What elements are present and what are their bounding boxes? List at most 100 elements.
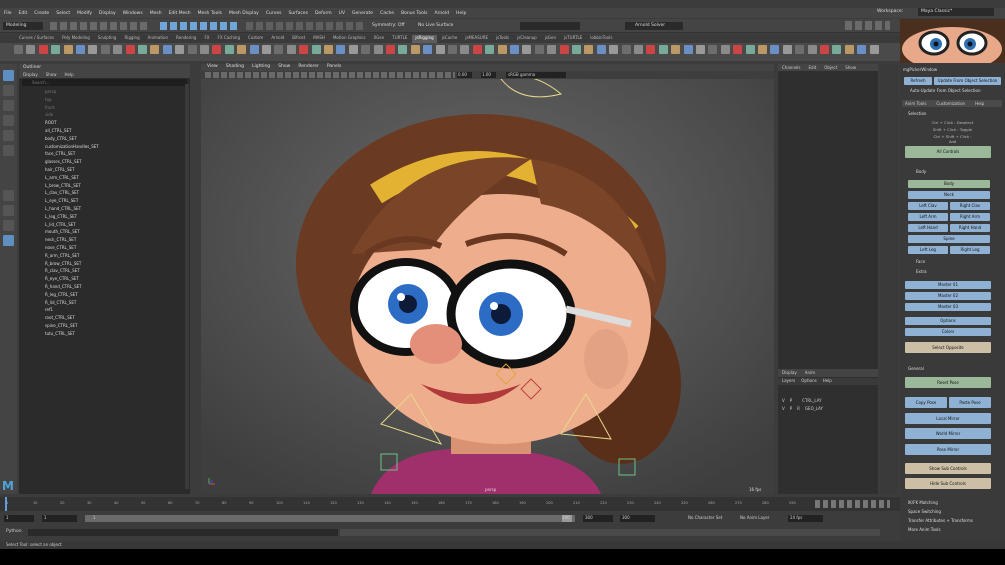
shelf-tool-icon[interactable] bbox=[820, 45, 829, 54]
layer-menu-item[interactable]: Options bbox=[801, 378, 816, 385]
viewport[interactable]: persp 16 fps bbox=[201, 64, 774, 494]
mode-select[interactable]: Modeling bbox=[3, 22, 43, 30]
menu-uv[interactable]: UV bbox=[339, 11, 345, 16]
shelf-tab[interactable]: FX Caching bbox=[215, 35, 243, 43]
shelf-tool-icon[interactable] bbox=[410, 45, 420, 54]
shelf-tool-icon[interactable] bbox=[274, 45, 284, 54]
shelf-tool-icon[interactable] bbox=[522, 45, 532, 54]
outliner-item[interactable]: hair_CTRL_SET bbox=[45, 167, 75, 172]
shelf-tool-icon[interactable] bbox=[348, 45, 358, 54]
outliner-item[interactable]: ref1 bbox=[45, 307, 53, 312]
shelf-tool-icon[interactable] bbox=[212, 45, 222, 54]
shelf-tool-icon[interactable] bbox=[286, 45, 296, 54]
outliner-item[interactable]: R_arm_CTRL_SET bbox=[45, 253, 79, 258]
shelf-tool-icon[interactable] bbox=[460, 45, 470, 54]
panel-toggle-icons[interactable] bbox=[845, 21, 890, 30]
shelf-tool-icon[interactable] bbox=[63, 45, 73, 54]
shelf-tab[interactable]: Curves / Surfaces bbox=[16, 35, 57, 43]
renderer-select[interactable]: Arnold Solver bbox=[625, 22, 683, 30]
shelf-tab[interactable]: jsTURTLE bbox=[561, 35, 585, 43]
menu-create[interactable]: Create bbox=[34, 11, 49, 16]
shelf-tool-icon[interactable] bbox=[386, 45, 395, 54]
shelf-tool-icon[interactable] bbox=[187, 45, 197, 54]
shelf-tool-icon[interactable] bbox=[807, 45, 817, 54]
picker-tab[interactable]: Customization bbox=[936, 100, 965, 107]
shelf-tool-icon[interactable] bbox=[770, 45, 780, 54]
shelf-tool-icon[interactable] bbox=[262, 45, 271, 54]
shelf-tool-icon[interactable] bbox=[559, 45, 569, 54]
shelf-tool-icon[interactable] bbox=[76, 45, 85, 54]
shelf-tool-icon[interactable] bbox=[596, 45, 606, 54]
layer-row[interactable]: V P R GEO_LAY bbox=[778, 406, 878, 414]
body-header[interactable]: Body bbox=[916, 169, 926, 174]
input-field[interactable] bbox=[520, 22, 580, 30]
menu-display[interactable]: Display bbox=[99, 11, 116, 16]
shelf-tool-icon[interactable] bbox=[150, 45, 160, 54]
outliner-item[interactable]: L_hand_CTRL_SET bbox=[45, 206, 81, 211]
shelf-tool-icon[interactable] bbox=[249, 45, 259, 54]
body-button[interactable]: Body bbox=[908, 180, 990, 188]
viewport-menu-item[interactable]: Renderer bbox=[298, 64, 319, 71]
fps-select[interactable]: 24 fps bbox=[788, 515, 823, 522]
shelf-tab[interactable]: Motion Graphics bbox=[330, 35, 369, 43]
right-arm-button[interactable]: Right Arm bbox=[950, 213, 990, 221]
shelf-tool-icon[interactable] bbox=[175, 45, 185, 54]
hide-sub-controls-button[interactable]: Hide Sub Controls bbox=[905, 478, 991, 489]
copy-pose-button[interactable]: Copy Pose bbox=[905, 397, 947, 408]
shelf-tab[interactable]: lobbinTools bbox=[587, 35, 615, 43]
layout-single-icon[interactable] bbox=[3, 190, 14, 201]
outliner-menu-item[interactable]: Help bbox=[65, 72, 74, 77]
start-frame-field[interactable]: 1 bbox=[4, 515, 34, 522]
shelf-tool-icon[interactable] bbox=[38, 45, 48, 54]
channel-menu-item[interactable]: Object bbox=[824, 65, 837, 70]
outliner-item[interactable]: R_clav_CTRL_SET bbox=[45, 268, 80, 273]
status-icons[interactable] bbox=[50, 22, 150, 30]
shelf-tool-icon[interactable] bbox=[336, 45, 346, 54]
layer-visibility-toggle[interactable]: V bbox=[782, 406, 785, 414]
menu-select[interactable]: Select bbox=[56, 11, 70, 16]
outliner-item[interactable]: spine_CTRL_SET bbox=[45, 323, 77, 328]
attribute-tabs[interactable] bbox=[880, 64, 898, 494]
outliner-item[interactable]: front bbox=[45, 105, 55, 110]
outliner-item[interactable]: R_lid_CTRL_SET bbox=[45, 300, 76, 305]
shelf-tool-icon[interactable] bbox=[138, 45, 147, 54]
layer-tab[interactable]: Display bbox=[782, 369, 797, 377]
shelf-tool-icon[interactable] bbox=[88, 45, 98, 54]
command-language-label[interactable]: Python bbox=[6, 529, 22, 534]
transfer-section[interactable]: Transfer Attributes + Transforms bbox=[908, 518, 973, 523]
shelf-tool-icon[interactable] bbox=[423, 45, 433, 54]
shelf-tab[interactable]: Arnold bbox=[268, 35, 287, 43]
shelf-tool-icon[interactable] bbox=[373, 45, 383, 54]
shelf-tool-icon[interactable] bbox=[609, 45, 619, 54]
outliner-item[interactable]: mouth_CTRL_SET bbox=[45, 229, 80, 234]
outliner-item[interactable]: L_lid_CTRL_SET bbox=[45, 222, 76, 227]
viewport-menu-item[interactable]: View bbox=[207, 64, 218, 71]
shelf-tool-icon[interactable] bbox=[832, 45, 842, 54]
shelf-tab[interactable]: jsTools bbox=[493, 35, 512, 43]
shelf-tool-icon[interactable] bbox=[162, 45, 172, 54]
time-slider[interactable]: 1 10 20 30 40 50 60 70 80 90 100 110 120 130 140 150 160… bbox=[0, 497, 900, 511]
shelf-tool-icon[interactable] bbox=[311, 45, 321, 54]
outliner-item[interactable]: tutu_CTRL_SET bbox=[45, 331, 75, 336]
shelf-tool-icon[interactable] bbox=[497, 45, 507, 54]
outliner-item[interactable]: glasses_CTRL_SET bbox=[45, 159, 82, 164]
channel-menu-item[interactable]: Show bbox=[845, 65, 856, 70]
master-01-button[interactable]: Master 01 bbox=[905, 281, 991, 289]
shelf-tool-icon[interactable] bbox=[844, 45, 854, 54]
layer-menu-item[interactable]: Layers bbox=[782, 378, 795, 385]
shelf-tab[interactable]: jsCleanup bbox=[514, 35, 540, 43]
outliner-item[interactable]: top bbox=[45, 97, 52, 102]
shelf-tab[interactable]: Animation bbox=[145, 35, 171, 43]
layer-name[interactable]: GEO_LAY bbox=[805, 406, 823, 414]
viewport-menu-item[interactable]: Lighting bbox=[252, 64, 270, 71]
shelf-tool-icon[interactable] bbox=[324, 45, 333, 54]
outliner-item[interactable]: R_eye_CTRL_SET bbox=[45, 276, 79, 281]
menu-surfaces[interactable]: Surfaces bbox=[288, 11, 308, 16]
gamma-field[interactable]: 1.00 bbox=[481, 72, 496, 78]
shelf-tab[interactable]: Poly Modeling bbox=[59, 35, 93, 43]
outliner-item[interactable]: ROOT bbox=[45, 120, 57, 125]
shelf-tool-icon[interactable] bbox=[795, 45, 805, 54]
right-clav-button[interactable]: Right Clav bbox=[950, 202, 990, 210]
picker-tab[interactable]: Help bbox=[975, 100, 984, 107]
right-hand-button[interactable]: Right Hand bbox=[950, 224, 990, 232]
